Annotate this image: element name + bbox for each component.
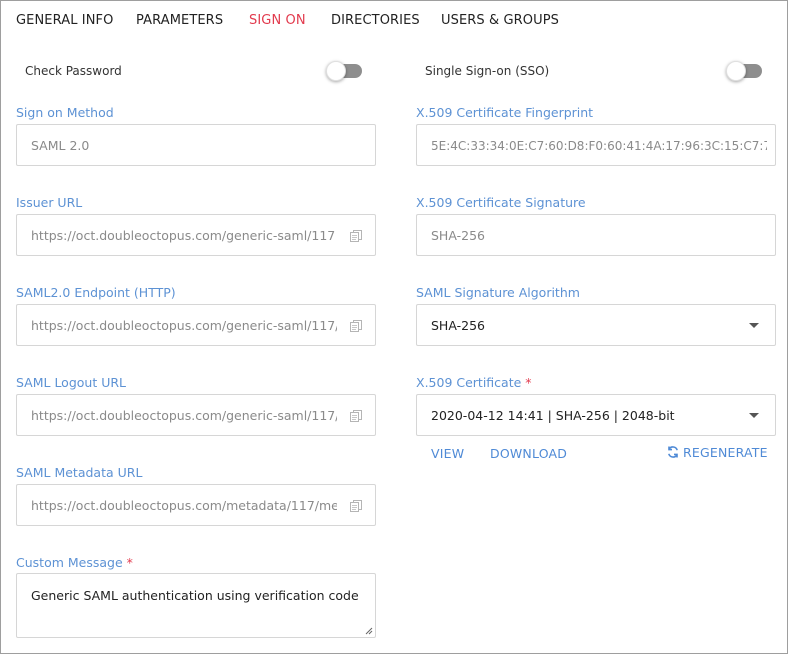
fingerprint-field: 5E:4C:33:34:0E:C7:60:D8:F0:60:41:4A:17:9…	[416, 124, 776, 166]
refresh-icon	[668, 446, 678, 458]
resize-grip-icon[interactable]	[365, 627, 373, 635]
regenerate-label: REGENERATE	[683, 445, 768, 460]
certificate-select[interactable]: 2020-04-12 14:41 | SHA-256 | 2048-bit	[416, 394, 776, 436]
certificate-value: 2020-04-12 14:41 | SHA-256 | 2048-bit	[431, 408, 675, 423]
signature-algorithm-label: SAML Signature Algorithm	[416, 285, 580, 300]
saml-endpoint-value: https://oct.doubleoctopus.com/generic-sa…	[31, 318, 337, 333]
cert-signature-label: X.509 Certificate Signature	[416, 195, 586, 210]
copy-icon[interactable]	[349, 319, 363, 333]
saml-metadata-value: https://oct.doubleoctopus.com/metadata/1…	[31, 498, 337, 513]
check-password-label: Check Password	[25, 64, 122, 78]
saml-endpoint-field: https://oct.doubleoctopus.com/generic-sa…	[16, 304, 376, 346]
saml-endpoint-label: SAML2.0 Endpoint (HTTP)	[16, 285, 176, 300]
app-frame: GENERAL INFO PARAMETERS SIGN ON DIRECTOR…	[0, 0, 788, 654]
tab-users-groups[interactable]: USERS & GROUPS	[441, 13, 559, 28]
view-link[interactable]: VIEW	[431, 446, 464, 461]
custom-message-label: Custom Message *	[16, 555, 133, 570]
saml-metadata-label: SAML Metadata URL	[16, 465, 143, 480]
signature-algorithm-select[interactable]: SHA-256	[416, 304, 776, 346]
tab-bar: GENERAL INFO PARAMETERS SIGN ON DIRECTOR…	[1, 1, 787, 41]
toggle-knob	[326, 61, 346, 81]
custom-message-textarea[interactable]: Generic SAML authentication using verifi…	[16, 573, 376, 638]
issuer-url-label: Issuer URL	[16, 195, 83, 210]
certificate-label: X.509 Certificate *	[416, 375, 532, 390]
copy-icon[interactable]	[349, 229, 363, 243]
tab-sign-on[interactable]: SIGN ON	[249, 13, 306, 28]
chevron-down-icon	[749, 323, 759, 328]
tab-directories[interactable]: DIRECTORIES	[331, 13, 420, 28]
sso-toggle[interactable]	[726, 61, 762, 81]
tab-general-info[interactable]: GENERAL INFO	[16, 13, 113, 28]
copy-icon[interactable]	[349, 499, 363, 513]
sso-label: Single Sign-on (SSO)	[425, 64, 550, 78]
issuer-url-field: https://oct.doubleoctopus.com/generic-sa…	[16, 214, 376, 256]
required-marker: *	[126, 555, 133, 570]
sign-on-method-value: SAML 2.0	[31, 138, 90, 153]
sign-on-method-label: Sign on Method	[16, 105, 114, 120]
copy-icon[interactable]	[349, 409, 363, 423]
chevron-down-icon	[749, 413, 759, 418]
cert-signature-value: SHA-256	[431, 228, 485, 243]
toggle-knob	[726, 61, 746, 81]
saml-logout-value: https://oct.doubleoctopus.com/generic-sa…	[31, 408, 337, 423]
regenerate-button[interactable]: REGENERATE	[666, 445, 768, 460]
saml-metadata-field: https://oct.doubleoctopus.com/metadata/1…	[16, 484, 376, 526]
required-marker: *	[525, 375, 532, 390]
cert-signature-field: SHA-256	[416, 214, 776, 256]
sign-on-method-field: SAML 2.0	[16, 124, 376, 166]
issuer-url-value: https://oct.doubleoctopus.com/generic-sa…	[31, 228, 336, 243]
custom-message-value: Generic SAML authentication using verifi…	[31, 588, 359, 603]
download-link[interactable]: DOWNLOAD	[490, 446, 567, 461]
signature-algorithm-value: SHA-256	[431, 318, 485, 333]
fingerprint-label: X.509 Certificate Fingerprint	[416, 105, 594, 120]
saml-logout-label: SAML Logout URL	[16, 375, 127, 390]
fingerprint-value: 5E:4C:33:34:0E:C7:60:D8:F0:60:41:4A:17:9…	[431, 139, 767, 153]
saml-logout-field: https://oct.doubleoctopus.com/generic-sa…	[16, 394, 376, 436]
tab-parameters[interactable]: PARAMETERS	[136, 13, 223, 28]
check-password-toggle[interactable]	[326, 61, 362, 81]
